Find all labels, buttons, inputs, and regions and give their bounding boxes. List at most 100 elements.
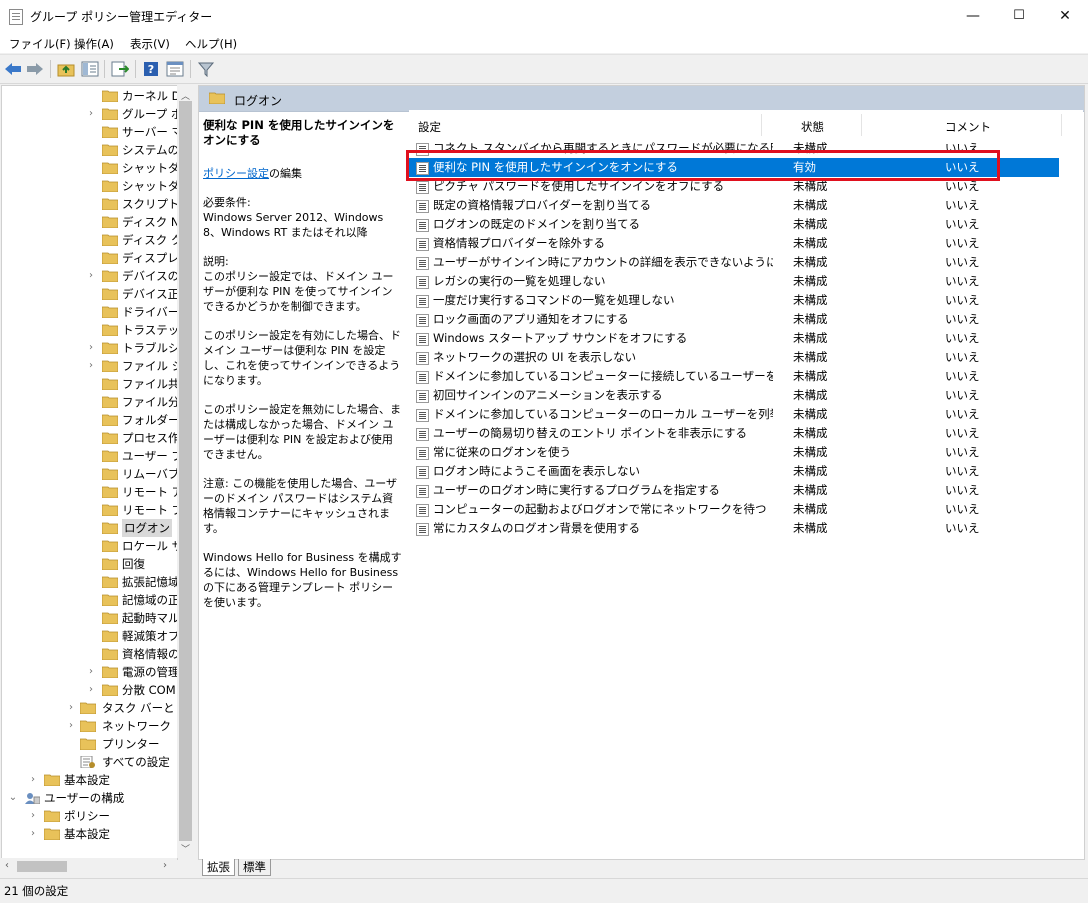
hscroll-thumb[interactable] [17,861,67,872]
policy-name: 常にカスタムのログオン背景を使用する [433,521,640,535]
policy-comment: いいえ [945,255,980,269]
folder-icon [44,810,60,822]
policy-name: ログオン時にようこそ画面を表示しない [433,464,640,478]
menu-action[interactable]: 操作(A) [74,36,114,52]
expand-chevron-icon[interactable]: › [28,825,38,843]
scroll-down-icon[interactable]: ﹀ [181,842,190,855]
tree-vertical-scrollbar[interactable]: ︿ ﹀ [177,85,194,858]
expand-chevron-icon[interactable]: › [28,807,38,825]
scroll-right-icon[interactable]: › [163,860,167,871]
title-bar: グループ ポリシー管理エディター — ☐ ✕ [0,0,1088,32]
policy-row[interactable]: 常に従来のログオンを使う 未構成 いいえ [409,443,1059,462]
menu-file[interactable]: ファイル(F) [9,36,71,52]
menu-bar: ファイル(F) 操作(A) 表示(V) ヘルプ(H) [0,32,1088,53]
tree-horizontal-scrollbar[interactable]: ‹ › [1,858,177,875]
policy-row[interactable]: ロック画面のアプリ通知をオフにする 未構成 いいえ [409,310,1059,329]
folder-icon [102,504,118,516]
policy-row[interactable]: コンピューターの起動およびログオンで常にネットワークを待つ 未構成 いいえ [409,500,1059,519]
requirements-text: Windows Server 2012、Windows 8、Windows RT… [203,211,384,239]
expand-chevron-icon[interactable]: › [86,663,96,681]
show-hide-tree-icon[interactable] [81,61,99,77]
folder-icon [102,126,118,138]
policy-setting-icon [416,352,429,365]
policy-row[interactable]: 常にカスタムのログオン背景を使用する 未構成 いいえ [409,519,1059,538]
properties-icon[interactable] [166,61,184,77]
policy-name: 資格情報プロバイダーを除外する [433,236,606,250]
expand-chevron-icon[interactable]: › [86,267,96,285]
policy-setting-icon [416,428,429,441]
policy-row[interactable]: ユーザーのログオン時に実行するプログラムを指定する 未構成 いいえ [409,481,1059,500]
expand-chevron-icon[interactable]: › [28,771,38,789]
policy-row[interactable]: ログオン時にようこそ画面を表示しない 未構成 いいえ [409,462,1059,481]
filter-icon[interactable] [197,61,215,77]
tab-standard[interactable]: 標準 [238,859,271,876]
tree-item-label: デバイスのイ [122,269,177,283]
scroll-left-icon[interactable]: ‹ [5,860,9,871]
tree-item-label: シャットダウ [122,161,177,175]
explanation-p2: このポリシー設定を有効にした場合、ドメイン ユーザーは便利な PIN を設定し、… [203,329,401,387]
policy-row[interactable]: ドメインに参加しているコンピューターのローカル ユーザーを列挙する 未構成 いいえ [409,405,1059,424]
help-icon[interactable]: ? [142,61,160,77]
policy-row[interactable]: Windows スタートアップ サウンドをオフにする 未構成 いいえ [409,329,1059,348]
edit-policy-link[interactable]: ポリシー設定 [203,167,269,180]
policy-name: ユーザーのログオン時に実行するプログラムを指定する [433,483,720,497]
policy-heading: 便利な PIN を使用したサインインをオンにする [203,118,395,147]
tree-item-label: すべての設定 [102,755,170,769]
policy-comment: いいえ [945,502,980,516]
policy-state: 未構成 [793,312,828,326]
policy-setting-icon [416,200,429,213]
tree-item-label: トラステッド [122,323,177,337]
policy-state: 未構成 [793,464,828,478]
policy-row[interactable]: レガシの実行の一覧を処理しない 未構成 いいえ [409,272,1059,291]
tree-item-label: ポリシー [64,809,110,823]
policy-state: 未構成 [793,198,828,212]
explanation-p4: 注意: この機能を使用した場合、ユーザーのドメイン パスワードはシステム資格情報… [203,477,397,535]
tab-extended[interactable]: 拡張 [202,859,235,876]
policy-row[interactable]: 既定の資格情報プロバイダーを割り当てる 未構成 いいえ [409,196,1059,215]
back-arrow-icon[interactable] [4,61,22,77]
maximize-button[interactable]: ☐ [996,0,1042,32]
folder-icon [209,92,225,104]
tree-item-label: 基本設定 [64,773,110,787]
menu-help[interactable]: ヘルプ(H) [185,36,237,52]
status-bar: 21 個の設定 [0,878,1088,903]
settings-list: 設定 状態 コメント コネクト スタンバイから再開するときにパスワードが必要にな… [409,110,1083,858]
details-pane: ログオン 便利な PIN を使用したサインインをオンにする ポリシー設定の編集 … [198,85,1085,860]
expand-chevron-icon[interactable]: ⌄ [8,789,18,807]
expand-chevron-icon[interactable]: › [86,105,96,123]
close-button[interactable]: ✕ [1042,0,1088,32]
export-list-icon[interactable] [111,61,129,77]
policy-row[interactable]: 初回サインインのアニメーションを表示する 未構成 いいえ [409,386,1059,405]
policy-comment: いいえ [945,331,980,345]
forward-arrow-icon[interactable] [26,61,44,77]
column-state[interactable]: 状態 [801,116,824,138]
policy-state: 未構成 [793,293,828,307]
policy-row[interactable]: ネットワークの選択の UI を表示しない 未構成 いいえ [409,348,1059,367]
expand-chevron-icon[interactable]: › [66,717,76,735]
policy-row[interactable]: ドメインに参加しているコンピューターに接続しているユーザーを列挙し... 未構成 い… [409,367,1059,386]
policy-setting-icon [416,390,429,403]
policy-row[interactable]: ユーザーがサインイン時にアカウントの詳細を表示できないようにブロッ... 未構成 い… [409,253,1059,272]
up-folder-icon[interactable] [57,61,75,77]
policy-comment: いいえ [945,445,980,459]
policy-row[interactable]: ユーザーの簡易切り替えのエントリ ポイントを非表示にする 未構成 いいえ [409,424,1059,443]
policy-row[interactable]: 一度だけ実行するコマンドの一覧を処理しない 未構成 いいえ [409,291,1059,310]
policy-row[interactable]: 資格情報プロバイダーを除外する 未構成 いいえ [409,234,1059,253]
column-setting[interactable]: 設定 [418,116,441,138]
policy-description: 便利な PIN を使用したサインインをオンにする ポリシー設定の編集 必要条件:… [203,118,403,624]
folder-icon [102,288,118,300]
expand-chevron-icon[interactable]: › [86,357,96,375]
menu-view[interactable]: 表示(V) [130,36,170,52]
policy-state: 未構成 [793,217,828,231]
expand-chevron-icon[interactable]: › [86,681,96,699]
scroll-thumb[interactable] [179,101,192,841]
folder-icon [102,468,118,480]
column-comment[interactable]: コメント [945,116,991,138]
policy-name: 常に従来のログオンを使う [433,445,571,459]
expand-chevron-icon[interactable]: › [66,699,76,717]
policy-state: 未構成 [793,274,828,288]
policy-row[interactable]: ログオンの既定のドメインを割り当てる 未構成 いいえ [409,215,1059,234]
tree-item-label: カーネル DMA [122,89,177,103]
minimize-button[interactable]: — [950,0,996,32]
expand-chevron-icon[interactable]: › [86,339,96,357]
